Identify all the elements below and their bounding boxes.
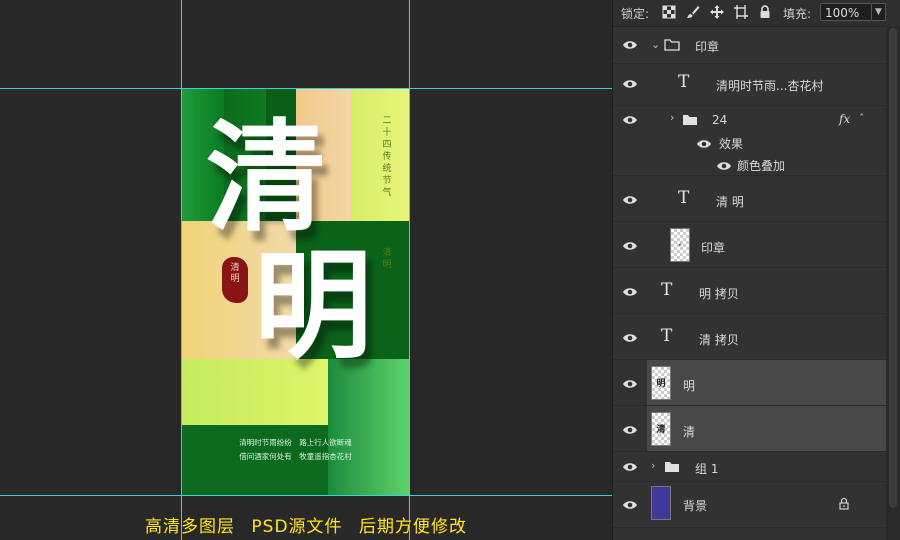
caption-part: 后期方便修改 [358, 517, 467, 537]
effect-name: 颜色叠加 [737, 159, 786, 173]
guide-horizontal[interactable] [0, 495, 612, 496]
background-thumbnail [651, 486, 671, 520]
visibility-eye-icon[interactable] [622, 194, 638, 206]
lock-position-icon[interactable] [709, 4, 725, 20]
visibility-eye-icon[interactable] [622, 286, 638, 298]
caption-part: PSD源文件 [251, 517, 343, 537]
layer-name: 24 [712, 113, 728, 127]
layer-text-poem[interactable]: T 清明时节雨...杏花村 [613, 64, 886, 106]
color-block [328, 359, 409, 495]
visibility-eye-icon[interactable] [622, 78, 638, 90]
visibility-eye-icon[interactable] [622, 240, 638, 252]
layer-group-24[interactable]: › 24 fx ˆ 效果 颜色叠加 [613, 106, 886, 176]
effects-label: 效果 [719, 137, 744, 151]
layer-name: 印章 [701, 241, 726, 255]
effects-eye-icon[interactable] [696, 138, 712, 150]
seal-dot: · [678, 241, 682, 251]
text-layer-icon: T [678, 188, 690, 208]
lock-artboard-icon[interactable] [733, 4, 749, 20]
visibility-eye-icon[interactable] [622, 424, 638, 436]
layer-thumbnail: · [670, 228, 690, 262]
document-canvas[interactable]: 清 明 二十四传统节气 清明 清明 清明时节雨纷纷 路上行人欲断魂 借问酒家何处… [0, 0, 612, 540]
layer-name: 明 拷贝 [699, 287, 739, 301]
poem-line-1: 清明时节雨纷纷 路上行人欲断魂 [239, 438, 352, 447]
color-block [351, 89, 409, 221]
chevron-down-icon: ▼ [875, 7, 882, 17]
expand-chevron-icon[interactable]: › [651, 459, 655, 472]
poster-artwork[interactable]: 清 明 二十四传统节气 清明 清明 清明时节雨纷纷 路上行人欲断魂 借问酒家何处… [182, 89, 409, 495]
layer-group-1[interactable]: › 组 1 [613, 452, 886, 482]
fill-label: 填充: [783, 7, 812, 21]
layer-image-seal[interactable]: · 印章 [613, 222, 886, 268]
visibility-eye-icon[interactable] [622, 39, 638, 51]
folder-icon [664, 39, 680, 51]
layer-name: 清明时节雨...杏花村 [716, 79, 824, 93]
layer-name: 印章 [695, 40, 720, 54]
lock-label: 锁定: [621, 7, 650, 21]
text-layer-icon: T [678, 72, 690, 92]
layer-lock-icon [839, 497, 849, 510]
layer-image-qing[interactable]: 清 清 [613, 406, 886, 452]
scrollbar-thumb[interactable] [889, 28, 897, 508]
visibility-eye-icon[interactable] [622, 461, 638, 473]
lock-toolbar: 锁定: 填充: 100% ▼ [613, 0, 900, 27]
fill-dropdown[interactable]: ▼ [872, 3, 886, 21]
layer-name: 明 [683, 379, 696, 393]
lock-all-icon[interactable] [757, 4, 773, 20]
folder-icon [683, 115, 697, 125]
fill-input[interactable]: 100% [820, 3, 872, 21]
layer-text-qingming[interactable]: T 清 明 [613, 176, 886, 222]
visibility-eye-icon[interactable] [622, 378, 638, 390]
layer-name: 清 拷贝 [699, 333, 739, 347]
caption-part: 高清多图层 [145, 517, 236, 537]
chevron-up-icon[interactable]: ˆ [859, 112, 865, 125]
text-layer-icon: T [661, 326, 673, 346]
poem-line-2: 借问酒家何处有 牧童遥指杏花村 [239, 452, 352, 461]
seal-text: 清明 [230, 263, 240, 284]
visibility-eye-icon[interactable] [622, 499, 638, 511]
fx-badge[interactable]: fx [839, 112, 850, 126]
vertical-subtitle: 二十四传统节气 [382, 116, 392, 198]
lock-image-pixels-icon[interactable] [685, 4, 701, 20]
layer-name: 背景 [683, 499, 708, 513]
layer-image-ming[interactable]: 明 明 [613, 360, 886, 406]
big-char-qing: 清 [206, 109, 326, 248]
expand-chevron-icon[interactable]: ⌄ [651, 38, 660, 51]
big-char-ming: 明 [254, 237, 373, 375]
layer-name: 清 [683, 425, 696, 439]
layer-group-seal[interactable]: ⌄ 印章 [613, 26, 886, 64]
folder-icon [665, 462, 679, 472]
visibility-eye-icon[interactable] [622, 332, 638, 344]
layer-background[interactable]: 背景 [613, 482, 886, 528]
promo-caption: 高清多图层 PSD源文件 后期方便修改 [0, 512, 612, 537]
layer-name: 清 明 [716, 195, 744, 209]
layer-text-ming-copy[interactable]: T 明 拷贝 [613, 268, 886, 314]
layer-text-qing-copy[interactable]: T 清 拷贝 [613, 314, 886, 360]
expand-chevron-icon[interactable]: › [670, 111, 674, 124]
layer-thumbnail: 清 [651, 412, 671, 446]
guide-vertical[interactable] [409, 0, 410, 540]
text-layer-icon: T [661, 280, 673, 300]
vertical-label: 清明 [382, 248, 392, 270]
effect-eye-icon[interactable] [716, 160, 732, 172]
seal-stamp: 清明 [222, 257, 248, 303]
layers-panel: 锁定: 填充: 100% ▼ ⌄ 印章 T 清明时节雨...杏花村 › 24 f… [612, 0, 900, 540]
visibility-eye-icon[interactable] [622, 114, 638, 126]
layer-name: 组 1 [695, 462, 719, 476]
lock-transparent-pixels-icon[interactable] [661, 4, 677, 20]
layer-thumbnail: 明 [651, 366, 671, 400]
